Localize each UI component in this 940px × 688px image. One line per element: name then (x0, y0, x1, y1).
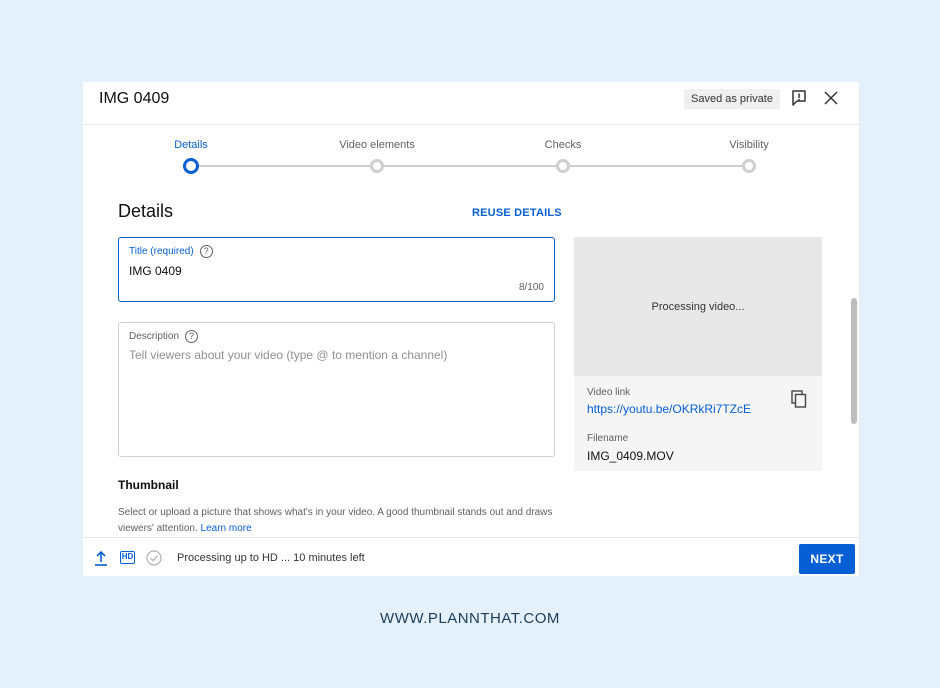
reuse-details-button[interactable]: REUSE DETAILS (472, 206, 562, 220)
step-video-elements[interactable]: Video elements (317, 138, 437, 173)
description-field[interactable]: Description ? Tell viewers about your vi… (118, 322, 555, 457)
stepper-connector (191, 165, 377, 167)
thumbnail-description: Select or upload a picture that shows wh… (118, 505, 558, 536)
step-checks[interactable]: Checks (503, 138, 623, 173)
thumbnail-heading: Thumbnail (118, 478, 179, 492)
dialog-header: IMG 0409 Saved as private (83, 82, 859, 125)
report-feedback-icon[interactable] (790, 89, 808, 107)
details-panel: Details REUSE DETAILS Title (required) ?… (83, 186, 859, 536)
title-input[interactable] (129, 264, 539, 278)
scrollbar-thumb[interactable] (851, 298, 857, 424)
saved-status-badge: Saved as private (684, 89, 780, 109)
upload-icon[interactable] (94, 550, 108, 566)
upload-dialog: IMG 0409 Saved as private Details Video … (83, 82, 859, 576)
character-count: 8/100 (518, 282, 544, 293)
copy-icon[interactable] (791, 390, 807, 408)
step-visibility[interactable]: Visibility (689, 138, 809, 173)
step-indicator (556, 159, 570, 173)
section-title: Details (118, 201, 174, 221)
check-circle-icon (146, 550, 162, 566)
title-field-label: Title (required) ? (129, 245, 213, 258)
processing-status: Processing up to HD ... 10 minutes left (177, 552, 365, 564)
hd-icon: HD (120, 551, 135, 564)
stepper-connector (563, 165, 749, 167)
step-label: Video elements (339, 139, 415, 151)
video-preview-card: Processing video... Video link https://y… (574, 237, 822, 471)
next-button[interactable]: NEXT (799, 544, 855, 574)
dialog-footer: HD Processing up to HD ... 10 minutes le… (83, 537, 859, 576)
step-indicator (183, 158, 199, 174)
title-field[interactable]: Title (required) ? 8/100 (118, 237, 555, 302)
help-icon[interactable]: ? (185, 330, 199, 343)
step-label: Visibility (729, 139, 769, 151)
website-watermark: WWW.PLANNTHAT.COM (380, 610, 560, 627)
stepper-connector (377, 165, 563, 167)
thumbnail-description-text: Select or upload a picture that shows wh… (118, 507, 553, 534)
step-details[interactable]: Details (131, 138, 251, 174)
step-label: Checks (544, 139, 582, 151)
video-preview: Processing video... (574, 237, 822, 376)
close-icon[interactable] (823, 90, 839, 106)
help-icon[interactable]: ? (199, 245, 213, 258)
step-indicator (370, 159, 384, 173)
upload-stepper: Details Video elements Checks Visibility (83, 126, 859, 186)
description-field-label: Description ? (129, 330, 199, 343)
step-label: Details (174, 139, 208, 151)
video-title-heading: IMG 0409 (99, 90, 170, 107)
title-label-text: Title (required) (129, 245, 194, 257)
processing-text: Processing video... (651, 301, 745, 313)
video-link-label: Video link (587, 387, 631, 398)
step-indicator (742, 159, 756, 173)
filename-label: Filename (587, 433, 629, 444)
description-label-text: Description (129, 330, 180, 342)
filename-value: IMG_0409.MOV (587, 449, 674, 463)
video-link[interactable]: https://youtu.be/OKRkRi7TZcE (587, 402, 751, 416)
learn-more-link[interactable]: Learn more (201, 523, 252, 534)
description-placeholder: Tell viewers about your video (type @ to… (129, 348, 448, 362)
